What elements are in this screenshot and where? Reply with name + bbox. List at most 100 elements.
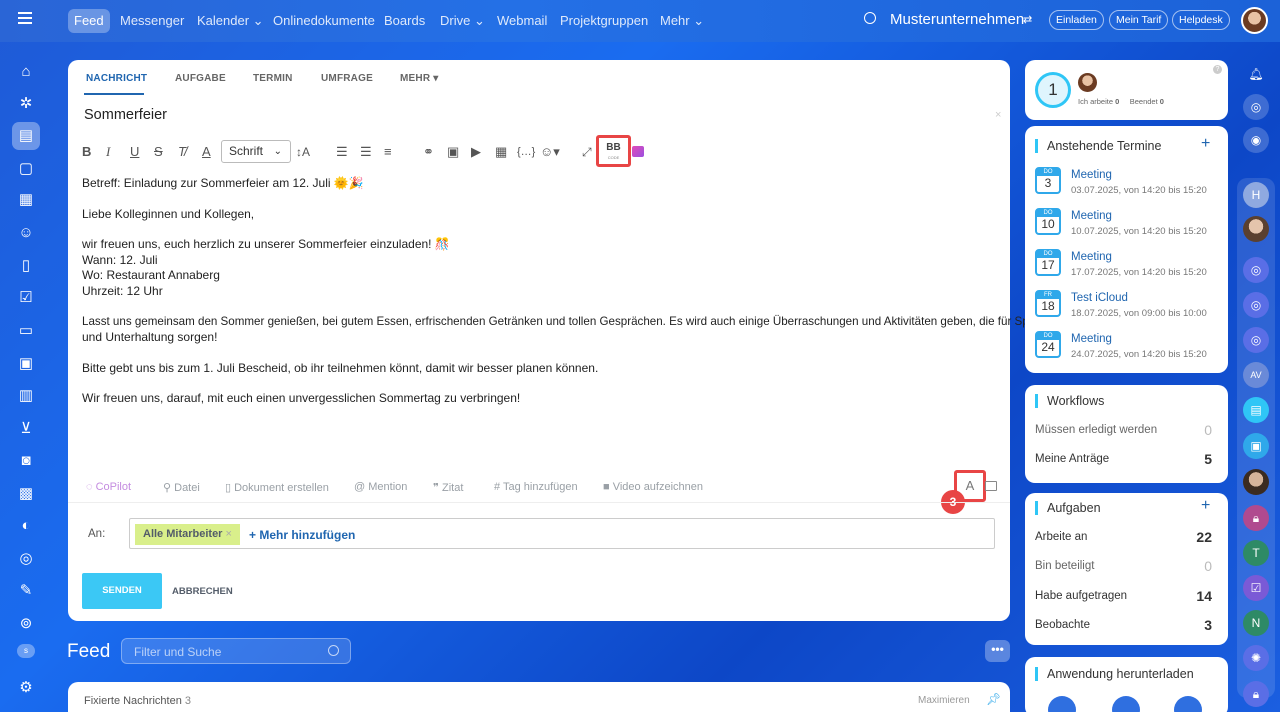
sites-badge[interactable]: s bbox=[17, 644, 35, 658]
contact-avatar[interactable]: AV bbox=[1243, 362, 1269, 388]
settings-icon[interactable]: ⚙ bbox=[14, 676, 38, 700]
task-row-label[interactable]: Habe aufgetragen bbox=[1035, 590, 1127, 602]
document-icon[interactable]: ▯ bbox=[14, 254, 38, 278]
nav-boards[interactable]: Boards bbox=[378, 9, 431, 33]
close-title-icon[interactable]: × bbox=[995, 109, 1001, 121]
home-icon[interactable]: ⌂ bbox=[14, 60, 38, 84]
goals-icon[interactable]: ◎ bbox=[14, 547, 38, 571]
tab-termin[interactable]: TERMIN bbox=[253, 73, 293, 84]
menu-icon[interactable] bbox=[18, 12, 32, 24]
pinned-messages-bar[interactable] bbox=[68, 682, 1010, 712]
align-icon[interactable]: ≡ bbox=[384, 144, 392, 160]
presentation-icon[interactable]: ▣ bbox=[14, 352, 38, 376]
contact-avatar[interactable] bbox=[1243, 469, 1269, 495]
nav-mehr[interactable]: Mehr ⌄ bbox=[654, 9, 710, 33]
tab-aufgabe[interactable]: AUFGABE bbox=[175, 73, 226, 84]
file-button[interactable]: ⚲ Datei bbox=[163, 481, 200, 494]
invite-button[interactable]: Einladen bbox=[1049, 10, 1104, 30]
bbcode-button[interactable]: BB CODE bbox=[596, 135, 631, 167]
tag-button[interactable]: # Tag hinzufügen bbox=[494, 481, 578, 493]
lock-icon[interactable]: 🔒︎ bbox=[1243, 505, 1269, 531]
chat-icon[interactable]: ▢ bbox=[14, 157, 38, 181]
contact-avatar[interactable]: T bbox=[1243, 540, 1269, 566]
drive-icon[interactable]: ▭ bbox=[14, 319, 38, 343]
notifications-icon[interactable]: 🔔︎ bbox=[1243, 61, 1269, 87]
tab-nachricht[interactable]: NACHRICHT bbox=[86, 73, 147, 84]
numbered-list-icon[interactable]: ☰ bbox=[336, 144, 348, 160]
copilot-button[interactable]: ◌ CoPilot bbox=[86, 481, 131, 493]
nav-messenger[interactable]: Messenger bbox=[114, 9, 190, 33]
workflow-row-value[interactable]: 0 bbox=[1204, 422, 1212, 438]
panel-icon[interactable] bbox=[985, 481, 997, 491]
link-icon[interactable]: ⚭ bbox=[423, 144, 434, 160]
nav-kalender[interactable]: Kalender ⌄ bbox=[191, 9, 270, 33]
lock-icon[interactable]: 🔒︎ bbox=[1243, 681, 1269, 707]
send-button[interactable]: SENDEN bbox=[82, 573, 162, 609]
recipient-tag[interactable]: Alle Mitarbeiter × bbox=[135, 524, 240, 545]
contact-center-icon[interactable]: ◙ bbox=[14, 449, 38, 473]
calendar-icon[interactable]: ▦ bbox=[14, 188, 38, 212]
add-event-icon[interactable]: + bbox=[1201, 135, 1210, 153]
tariff-button[interactable]: Mein Tarif bbox=[1109, 10, 1169, 30]
event-title[interactable]: Meeting bbox=[1071, 210, 1112, 222]
video-icon[interactable]: ▶ bbox=[471, 144, 481, 160]
task-row-label[interactable]: Beobachte bbox=[1035, 619, 1090, 631]
italic-icon[interactable]: I bbox=[106, 144, 110, 160]
task-row-value[interactable]: 0 bbox=[1204, 558, 1212, 574]
nav-drive[interactable]: Drive ⌄ bbox=[434, 9, 491, 33]
helpdesk-button[interactable]: Helpdesk bbox=[1172, 10, 1230, 30]
chat-group-icon[interactable]: ◎ bbox=[1243, 257, 1269, 283]
contact-avatar[interactable]: N bbox=[1243, 610, 1269, 636]
pin-icon[interactable]: 📌︎ bbox=[986, 692, 1001, 706]
contact-avatar[interactable]: H bbox=[1243, 182, 1269, 208]
filter-search-input[interactable]: Filter und Suche bbox=[121, 638, 351, 664]
event-title[interactable]: Test iCloud bbox=[1071, 292, 1128, 304]
table-icon[interactable]: ▦ bbox=[495, 144, 507, 160]
sign-icon[interactable]: ✎ bbox=[14, 579, 38, 603]
task-row-value[interactable]: 22 bbox=[1196, 529, 1212, 545]
code-icon[interactable]: {…} bbox=[517, 144, 535, 160]
search-icon[interactable] bbox=[328, 645, 339, 656]
support-icon[interactable]: ⊚ bbox=[14, 612, 38, 636]
event-title[interactable]: Meeting bbox=[1071, 333, 1112, 345]
fullscreen-icon[interactable]: ⤢ bbox=[582, 144, 592, 160]
tasks-icon[interactable]: ☑ bbox=[14, 286, 38, 310]
nav-onlinedokumente[interactable]: Onlinedokumente bbox=[267, 9, 381, 33]
copilot-icon[interactable]: ✲ bbox=[14, 92, 38, 116]
cart-icon[interactable]: ⊻ bbox=[14, 417, 38, 441]
strikethrough-icon[interactable]: S bbox=[154, 144, 163, 160]
switch-icon[interactable]: ⇄ bbox=[1023, 13, 1032, 26]
create-document-button[interactable]: ▯ Dokument erstellen bbox=[225, 481, 329, 494]
automation-icon[interactable]: ◐ bbox=[14, 514, 38, 538]
users-icon[interactable]: ☺ bbox=[14, 221, 38, 245]
task-row-label[interactable]: Arbeite an bbox=[1035, 531, 1087, 543]
bold-icon[interactable]: B bbox=[82, 144, 91, 160]
search-icon[interactable] bbox=[864, 12, 876, 24]
add-task-icon[interactable]: + bbox=[1201, 497, 1210, 515]
title-input[interactable]: Sommerfeier bbox=[84, 107, 167, 123]
chat-group-icon[interactable]: ◎ bbox=[1243, 327, 1269, 353]
nav-feed[interactable]: Feed bbox=[68, 9, 110, 33]
text-color-icon[interactable]: A bbox=[202, 144, 211, 160]
cancel-button[interactable]: ABBRECHEN bbox=[172, 586, 233, 597]
company-name[interactable]: Musterunternehmen bbox=[890, 11, 1024, 28]
record-video-button[interactable]: ■ Video aufzeichnen bbox=[603, 481, 703, 493]
font-select[interactable]: Schrift ⌄ bbox=[221, 140, 291, 163]
channel-icon[interactable]: ▣ bbox=[1243, 433, 1269, 459]
contact-avatar[interactable] bbox=[1243, 216, 1269, 242]
task-row-label[interactable]: Bin beteiligt bbox=[1035, 560, 1094, 572]
workflow-row-value[interactable]: 5 bbox=[1204, 451, 1212, 467]
clear-format-icon[interactable]: T̸ bbox=[178, 144, 186, 160]
task-row-value[interactable]: 14 bbox=[1196, 588, 1212, 604]
messages-icon[interactable]: ◉ bbox=[1243, 127, 1269, 153]
task-row-value[interactable]: 3 bbox=[1204, 617, 1212, 633]
quote-button[interactable]: ❞ Zitat bbox=[433, 481, 463, 494]
group-icon[interactable]: ✺ bbox=[1243, 645, 1269, 671]
add-recipients-link[interactable]: + Mehr hinzufügen bbox=[249, 528, 355, 542]
copilot-chat-icon[interactable]: ◎ bbox=[1243, 94, 1269, 120]
work-status-circle[interactable]: 1 bbox=[1035, 72, 1071, 108]
nav-webmail[interactable]: Webmail bbox=[491, 9, 553, 33]
tasks-chat-icon[interactable]: ☑ bbox=[1243, 575, 1269, 601]
font-size-icon[interactable]: ↕A bbox=[296, 144, 310, 160]
tab-umfrage[interactable]: UMFRAGE bbox=[321, 73, 373, 84]
